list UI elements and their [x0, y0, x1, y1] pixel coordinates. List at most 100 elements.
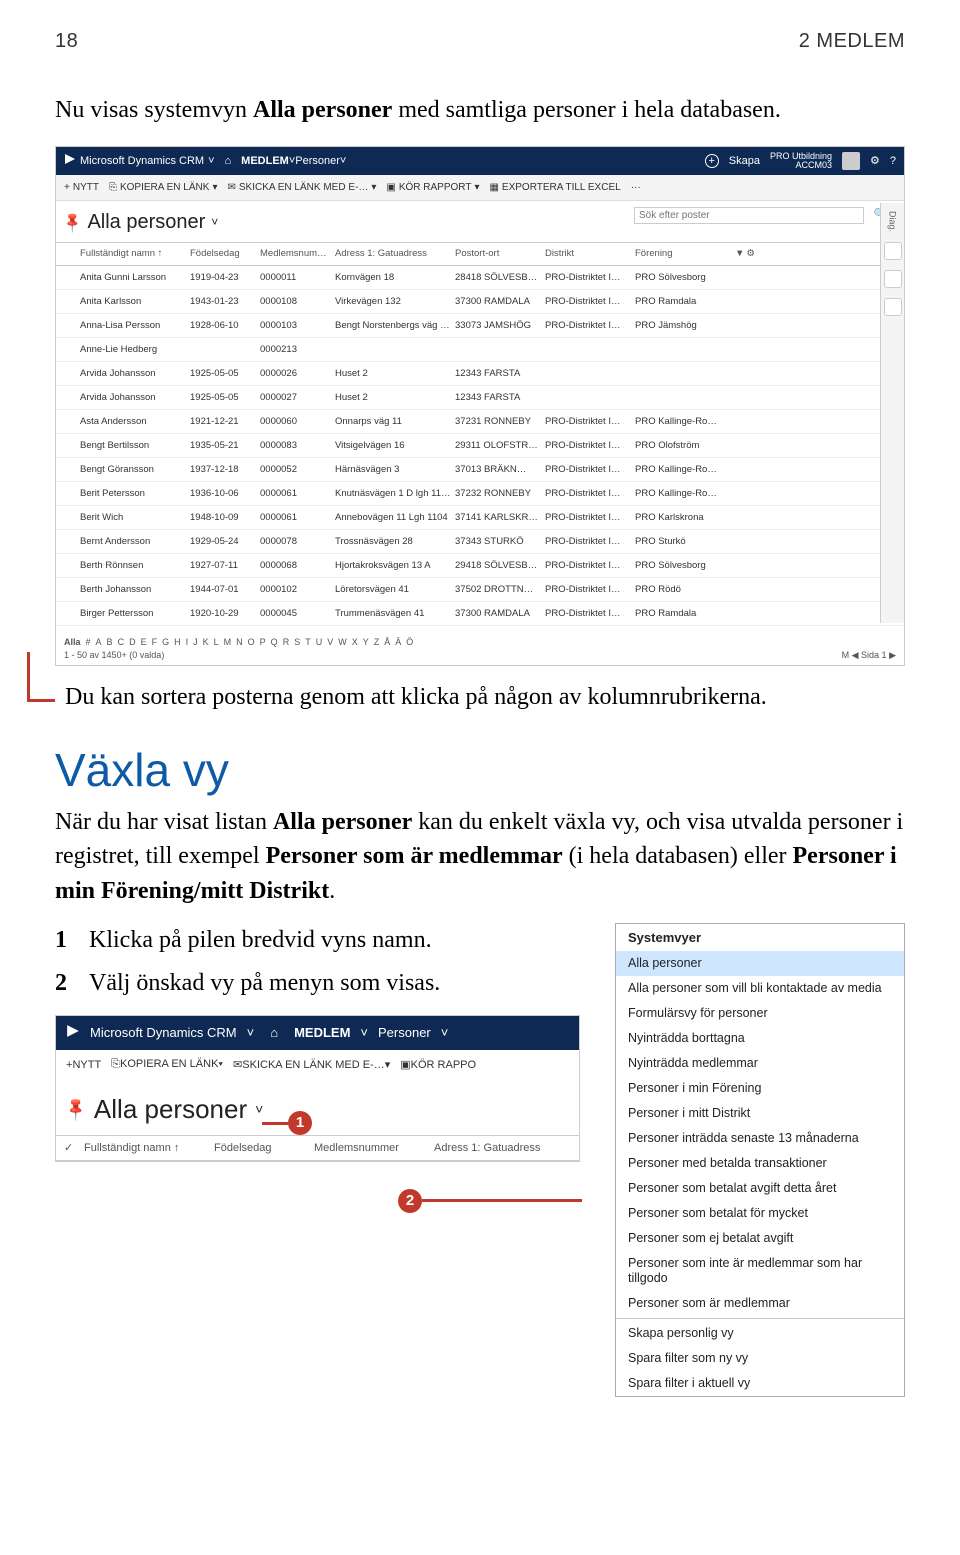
- menu-action[interactable]: Skapa personlig vy: [616, 1321, 904, 1346]
- alpha-filter[interactable]: J: [193, 637, 198, 647]
- copy-link-button[interactable]: ⎘KOPIERA EN LÄNK▾: [109, 182, 218, 193]
- nav-medlem[interactable]: MEDLEM: [294, 1025, 350, 1040]
- alpha-filter[interactable]: Ö: [406, 637, 413, 647]
- alpha-filter[interactable]: U: [316, 637, 323, 647]
- table-row[interactable]: Berth Rönnsen1927-07-110000068Hjortakrok…: [56, 554, 904, 578]
- col-addr[interactable]: Adress 1: Gatuadress: [434, 1142, 564, 1154]
- menu-action[interactable]: Spara filter som ny vy: [616, 1346, 904, 1371]
- menu-action[interactable]: Spara filter i aktuell vy: [616, 1371, 904, 1396]
- nav-personer[interactable]: Personer: [295, 155, 340, 167]
- run-report-button[interactable]: ▣KÖR RAPPORT▾: [386, 182, 479, 193]
- table-row[interactable]: Anita Karlsson1943-01-230000108Virkeväge…: [56, 290, 904, 314]
- more-button[interactable]: ···: [631, 182, 641, 193]
- run-report-button[interactable]: ▣KÖR RAPPO: [400, 1058, 476, 1071]
- gear-icon[interactable]: ⚙: [870, 154, 880, 167]
- menu-item[interactable]: Personer i mitt Distrikt: [616, 1101, 904, 1126]
- create-label[interactable]: Skapa: [729, 155, 760, 167]
- alpha-filter[interactable]: Y: [363, 637, 369, 647]
- col-name[interactable]: Fullständigt namn ↑: [80, 248, 190, 259]
- search-input[interactable]: [634, 207, 864, 224]
- alpha-filter[interactable]: I: [186, 637, 189, 647]
- alpha-filter[interactable]: D: [129, 637, 136, 647]
- alpha-filter[interactable]: Å: [384, 637, 390, 647]
- chart-icon[interactable]: [884, 270, 902, 288]
- menu-item[interactable]: Formulärsvy för personer: [616, 1001, 904, 1026]
- alpha-filter[interactable]: F: [152, 637, 158, 647]
- col-forening[interactable]: Förening: [635, 248, 735, 259]
- help-icon[interactable]: ?: [890, 155, 896, 167]
- plus-icon[interactable]: +: [705, 154, 719, 168]
- table-row[interactable]: Birger Pettersson1920-10-290000045Trumme…: [56, 602, 904, 626]
- menu-item[interactable]: Personer med betalda transaktioner: [616, 1151, 904, 1176]
- menu-item[interactable]: Personer som är medlemmar: [616, 1291, 904, 1316]
- gear-icon[interactable]: ⚙: [746, 248, 755, 259]
- table-row[interactable]: Berth Johansson1944-07-010000102Löretors…: [56, 578, 904, 602]
- col-memno[interactable]: Medlemsnummer: [260, 248, 335, 259]
- alpha-filter[interactable]: W: [338, 637, 347, 647]
- nav-personer[interactable]: Personer: [378, 1025, 431, 1040]
- email-link-button[interactable]: ✉SKICKA EN LÄNK MED E-…▾: [227, 182, 376, 193]
- avatar[interactable]: [842, 152, 860, 170]
- alpha-filter[interactable]: V: [327, 637, 333, 647]
- alpha-filter[interactable]: B: [107, 637, 113, 647]
- alpha-filter[interactable]: A: [96, 637, 102, 647]
- alpha-filter[interactable]: Z: [374, 637, 380, 647]
- menu-item[interactable]: Personer som betalat för mycket: [616, 1201, 904, 1226]
- home-icon[interactable]: ⌂: [225, 155, 232, 167]
- col-postort[interactable]: Postort-ort: [455, 248, 545, 259]
- chart-icon[interactable]: [884, 242, 902, 260]
- menu-item[interactable]: Nyinträdda medlemmar: [616, 1051, 904, 1076]
- alpha-filter[interactable]: T: [305, 637, 311, 647]
- menu-item[interactable]: Alla personer: [616, 951, 904, 976]
- col-memno[interactable]: Medlemsnummer: [314, 1142, 434, 1154]
- page-indicator[interactable]: M ◀ Sida 1 ▶: [842, 650, 896, 661]
- filter-icon[interactable]: ▼: [735, 248, 744, 259]
- menu-item[interactable]: Personer som ej betalat avgift: [616, 1226, 904, 1251]
- nav-medlem[interactable]: MEDLEM: [241, 155, 289, 167]
- search-box[interactable]: 🔍: [634, 207, 864, 224]
- table-row[interactable]: Berit Petersson1936-10-060000061Knutnäsv…: [56, 482, 904, 506]
- menu-item[interactable]: Personer i min Förening: [616, 1076, 904, 1101]
- new-button[interactable]: +NYTT: [66, 1059, 101, 1071]
- menu-item[interactable]: Alla personer som vill bli kontaktade av…: [616, 976, 904, 1001]
- col-distrikt[interactable]: Distrikt: [545, 248, 635, 259]
- checkbox-icon[interactable]: ✓: [64, 1142, 73, 1154]
- crm-brand[interactable]: Microsoft Dynamics CRM ˅: [64, 153, 215, 168]
- menu-item[interactable]: Personer som inte är medlemmar som har t…: [616, 1251, 904, 1291]
- email-link-button[interactable]: ✉SKICKA EN LÄNK MED E-…▾: [233, 1058, 390, 1071]
- menu-item[interactable]: Personer inträdda senaste 13 månaderna: [616, 1126, 904, 1151]
- alpha-filter[interactable]: L: [214, 637, 219, 647]
- table-row[interactable]: Arvida Johansson1925-05-050000026Huset 2…: [56, 362, 904, 386]
- table-row[interactable]: Asta Andersson1921-12-210000060Onnarps v…: [56, 410, 904, 434]
- alpha-filter[interactable]: P: [260, 637, 266, 647]
- table-row[interactable]: Bernt Andersson1929-05-240000078Trossnäs…: [56, 530, 904, 554]
- alpha-filter[interactable]: Q: [271, 637, 278, 647]
- alpha-filter[interactable]: G: [162, 637, 169, 647]
- alpha-filter[interactable]: M: [224, 637, 232, 647]
- table-row[interactable]: Arvida Johansson1925-05-050000027Huset 2…: [56, 386, 904, 410]
- alpha-filter[interactable]: O: [248, 637, 255, 647]
- alpha-filter[interactable]: E: [141, 637, 147, 647]
- col-birth[interactable]: Födelsedag: [190, 248, 260, 259]
- alpha-filter[interactable]: K: [203, 637, 209, 647]
- table-row[interactable]: Anne-Lie Hedberg0000213: [56, 338, 904, 362]
- col-birth[interactable]: Födelsedag: [214, 1142, 314, 1154]
- col-name[interactable]: Fullständigt namn ↑: [84, 1142, 214, 1154]
- table-row[interactable]: Anita Gunni Larsson1919-04-230000011Korn…: [56, 266, 904, 290]
- alpha-filter[interactable]: X: [352, 637, 358, 647]
- home-icon[interactable]: ⌂: [270, 1025, 278, 1040]
- table-row[interactable]: Anna-Lisa Persson1928-06-100000103Bengt …: [56, 314, 904, 338]
- menu-item[interactable]: Personer som betalat avgift detta året: [616, 1176, 904, 1201]
- alpha-filter[interactable]: H: [174, 637, 181, 647]
- table-row[interactable]: Berit Wich1948-10-090000061Annebovägen 1…: [56, 506, 904, 530]
- alpha-filter[interactable]: Ä: [395, 637, 401, 647]
- view-title[interactable]: 📌 Alla personer ˅: [56, 1080, 579, 1135]
- table-row[interactable]: Bengt Göransson1937-12-180000052Härnäsvä…: [56, 458, 904, 482]
- new-button[interactable]: +NYTT: [64, 182, 99, 193]
- copy-link-button[interactable]: ⎘KOPIERA EN LÄNK▾: [111, 1058, 223, 1071]
- export-excel-button[interactable]: ▦EXPORTERA TILL EXCEL: [489, 182, 620, 193]
- alpha-filter[interactable]: C: [118, 637, 125, 647]
- col-addr[interactable]: Adress 1: Gatuadress: [335, 248, 455, 259]
- alpha-filter[interactable]: N: [236, 637, 243, 647]
- alpha-filter[interactable]: S: [294, 637, 300, 647]
